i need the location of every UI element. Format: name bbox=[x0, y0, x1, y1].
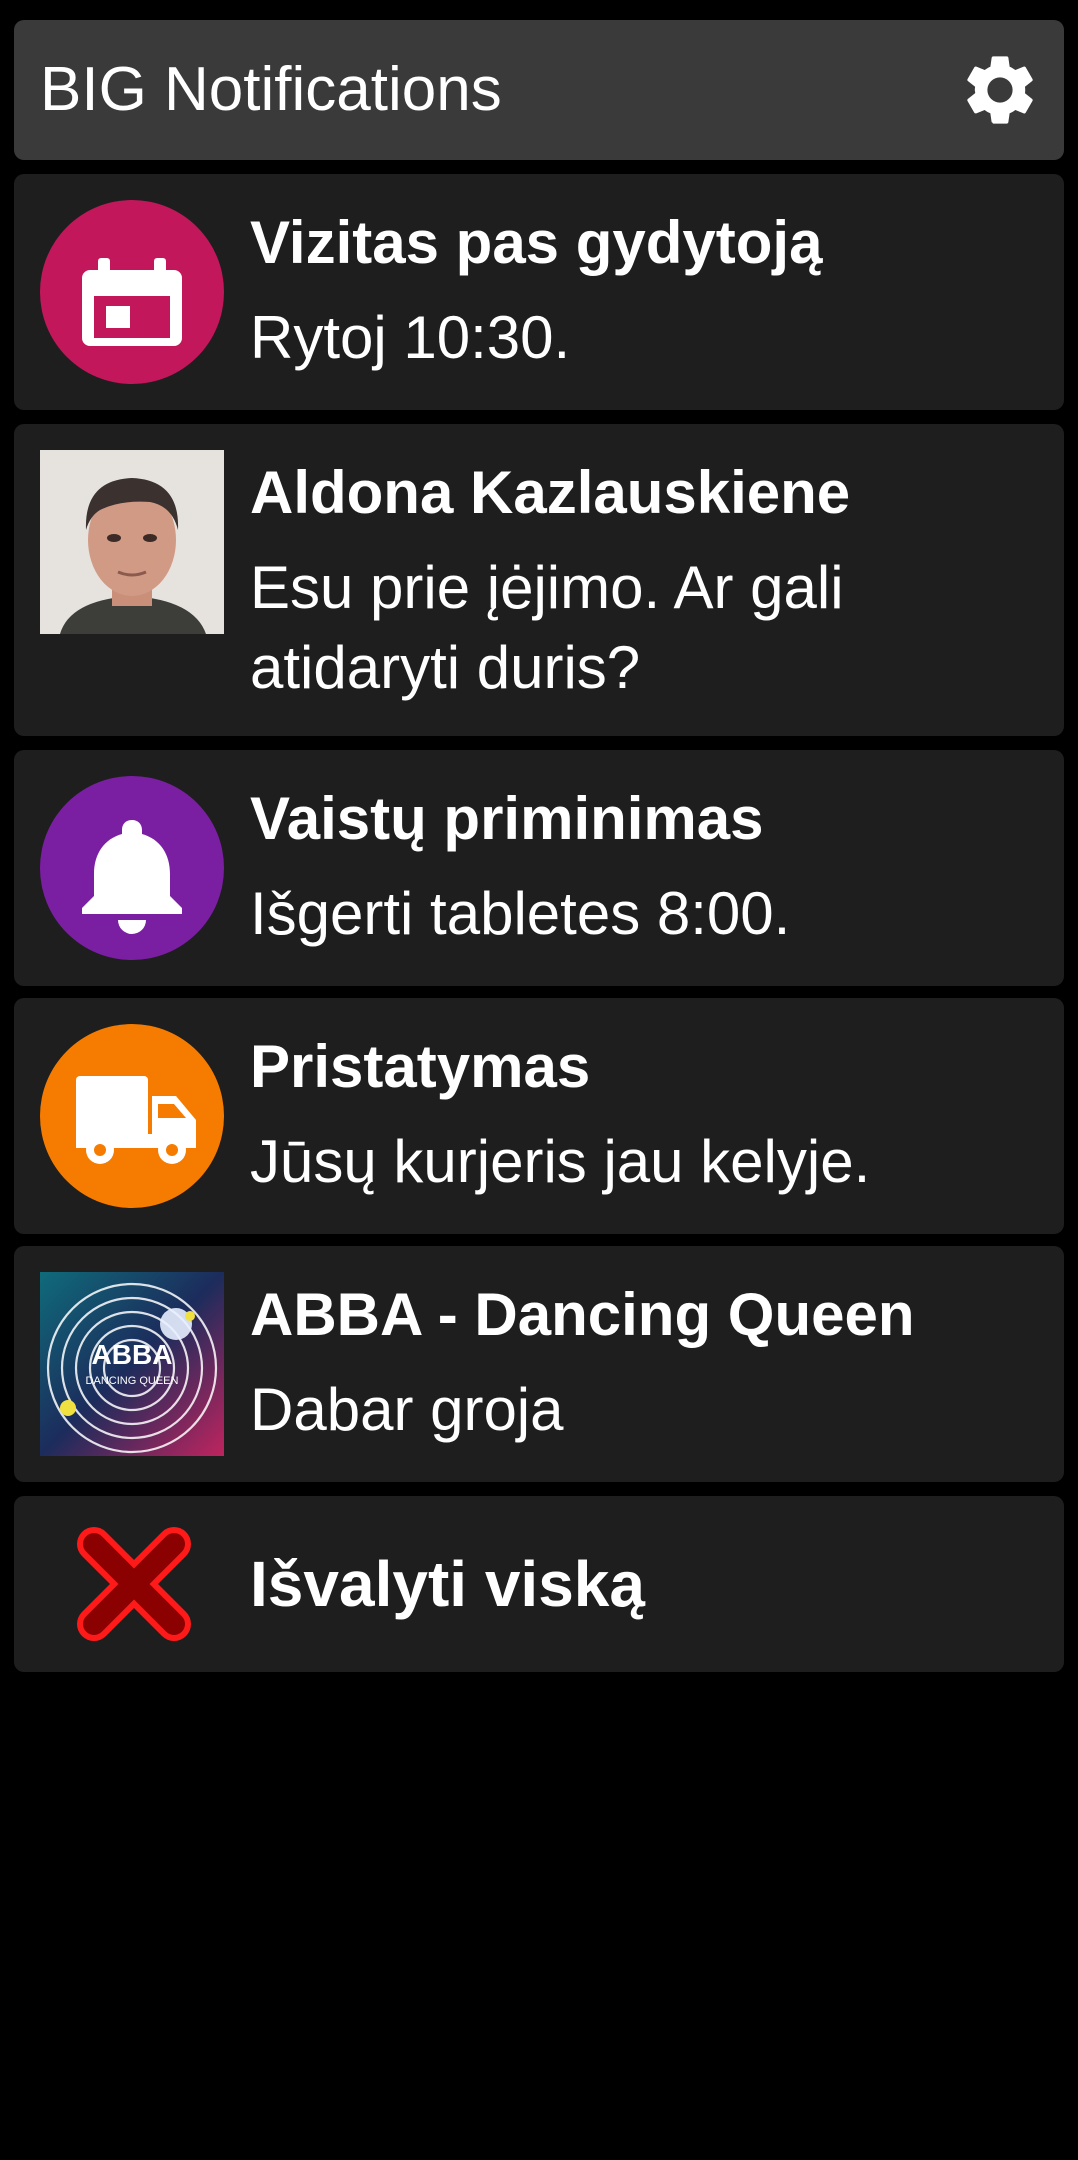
bell-icon bbox=[40, 776, 224, 960]
album-title-art: ABBA bbox=[92, 1339, 173, 1370]
gear-icon[interactable] bbox=[958, 48, 1042, 132]
app-title: BIG Notifications bbox=[40, 55, 502, 124]
notification-title: Pristatymas bbox=[250, 1033, 591, 1100]
calendar-icon bbox=[40, 200, 224, 384]
app-header: BIG Notifications bbox=[14, 20, 1064, 160]
clear-all-label: Išvalyti viską bbox=[250, 1548, 645, 1620]
notification-card[interactable]: Pristatymas Jūsų kurjeris jau kelyje. bbox=[14, 998, 1064, 1234]
notification-body: Išgerti tabletes 8:00. bbox=[250, 880, 791, 947]
avatar bbox=[40, 450, 224, 634]
close-icon bbox=[77, 1527, 191, 1641]
album-art: ABBA DANCING QUEEN bbox=[40, 1272, 224, 1456]
truck-icon bbox=[40, 1024, 224, 1208]
notification-body: Dabar groja bbox=[250, 1376, 564, 1443]
notification-body: Rytoj 10:30. bbox=[250, 304, 571, 371]
notification-card[interactable]: Aldona Kazlauskiene Esu prie įėjimo. Ar … bbox=[14, 424, 1064, 736]
album-subtitle-art: DANCING QUEEN bbox=[86, 1375, 179, 1387]
clear-all-button[interactable]: Išvalyti viską bbox=[14, 1496, 1064, 1672]
notification-body: Jūsų kurjeris jau kelyje. bbox=[250, 1128, 871, 1195]
notification-title: ABBA - Dancing Queen bbox=[250, 1281, 915, 1348]
notification-card[interactable]: ABBA DANCING QUEEN ABBA - Dancing Queen … bbox=[14, 1246, 1064, 1482]
notification-title: Vizitas pas gydytoją bbox=[250, 209, 823, 276]
notification-title: Vaistų priminimas bbox=[250, 785, 764, 852]
notification-body: Esu prie įėjimo. Ar gali atidaryti duris… bbox=[250, 554, 844, 701]
notification-card[interactable]: Vaistų priminimas Išgerti tabletes 8:00. bbox=[14, 750, 1064, 986]
notification-title: Aldona Kazlauskiene bbox=[250, 459, 851, 526]
notification-card[interactable]: Vizitas pas gydytoją Rytoj 10:30. bbox=[14, 174, 1064, 410]
